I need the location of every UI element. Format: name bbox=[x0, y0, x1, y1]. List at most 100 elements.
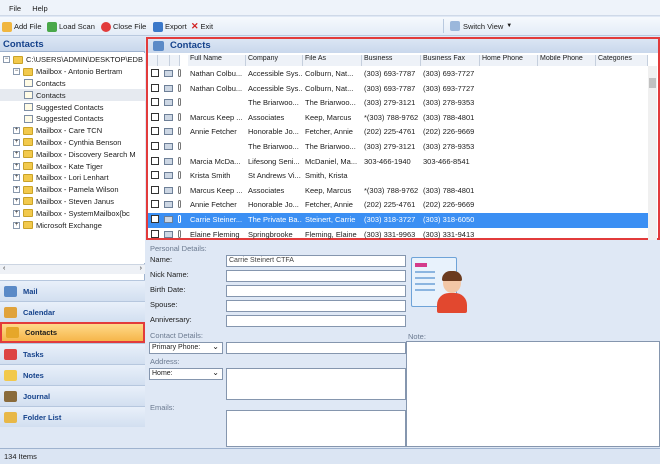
table-row[interactable]: The Briarwoo... The Briarwoo... (303) 279-… bbox=[148, 96, 656, 111]
column-header[interactable]: Mobile Phone bbox=[538, 55, 596, 66]
table-row[interactable]: Marcus Keep ... Associates Keep, Marcus *(3… bbox=[148, 184, 656, 199]
expand-icon[interactable]: + bbox=[13, 162, 20, 170]
column-header[interactable]: Business bbox=[362, 55, 421, 66]
row-checkbox[interactable] bbox=[151, 112, 159, 121]
birth-date-field[interactable] bbox=[226, 285, 406, 297]
table-row[interactable]: Marcus Keep ... Associates Keep, Marcus *(3… bbox=[148, 111, 656, 126]
switch-view-button[interactable]: Switch View ▼ bbox=[443, 19, 563, 33]
add-file-button[interactable]: Add File bbox=[2, 20, 42, 33]
nav-tasks[interactable]: Tasks bbox=[0, 343, 145, 364]
scroll-right-icon[interactable]: › bbox=[140, 265, 142, 272]
nav-journal[interactable]: Journal bbox=[0, 385, 145, 406]
primary-phone-dropdown[interactable]: Primary Phone: bbox=[149, 342, 223, 354]
exit-button[interactable]: ✕ Exit bbox=[191, 20, 213, 33]
table-row[interactable]: Nathan Colbu... Accessible Sys... Colburn,… bbox=[148, 82, 656, 97]
table-row[interactable]: Nathan Colbu... Accessible Sys... Colburn,… bbox=[148, 67, 656, 82]
column-header[interactable]: Full Name bbox=[188, 55, 246, 66]
row-checkbox[interactable] bbox=[151, 127, 159, 136]
tree-item-label: Mailbox - Lori Lenhart bbox=[36, 173, 109, 183]
tree-item[interactable]: + Mailbox - SystemMailbox{bc bbox=[0, 207, 145, 219]
expand-icon[interactable]: + bbox=[13, 150, 20, 158]
row-checkbox[interactable] bbox=[151, 185, 159, 194]
expand-icon[interactable]: + bbox=[13, 209, 20, 217]
tree-item[interactable]: + Mailbox - Pamela Wilson bbox=[0, 184, 145, 196]
tree-item[interactable]: + Mailbox - Discovery Search M bbox=[0, 148, 145, 160]
table-row[interactable]: Marcia McDa... Lifesong Seni... McDaniel, … bbox=[148, 155, 656, 170]
expand-icon[interactable]: + bbox=[13, 174, 20, 182]
row-checkbox[interactable] bbox=[151, 142, 159, 150]
scroll-left-icon[interactable]: ‹ bbox=[3, 265, 5, 272]
attachment-column-icon[interactable] bbox=[170, 55, 180, 66]
attachment-icon bbox=[178, 171, 181, 180]
row-checkbox[interactable] bbox=[151, 69, 159, 77]
note-field[interactable] bbox=[406, 341, 660, 447]
row-checkbox[interactable] bbox=[151, 229, 159, 238]
column-header[interactable]: Categories bbox=[596, 55, 648, 66]
mail-icon bbox=[4, 285, 17, 297]
export-button[interactable]: Export bbox=[153, 20, 187, 33]
emails-field[interactable] bbox=[226, 410, 406, 447]
column-header[interactable]: Company bbox=[246, 55, 303, 66]
table-row[interactable]: Annie Fetcher Honorable Jo... Fetcher, Ann… bbox=[148, 198, 656, 213]
close-file-button[interactable]: Close File bbox=[101, 20, 146, 33]
tree-item[interactable]: + Mailbox - Kate Tiger bbox=[0, 160, 145, 172]
expand-icon[interactable]: + bbox=[13, 127, 20, 135]
tree-item[interactable]: Suggested Contacts bbox=[0, 113, 145, 125]
row-checkbox[interactable] bbox=[151, 83, 159, 92]
tree-item[interactable]: + Mailbox - Lori Lenhart bbox=[0, 172, 145, 184]
tree-item[interactable]: + Mailbox - Care TCN bbox=[0, 125, 145, 137]
menu-file[interactable]: File bbox=[0, 0, 21, 13]
folder-tree[interactable]: − C:\USERS\ADMIN\DESKTOP\EDB − Mailbox - An… bbox=[0, 53, 145, 263]
column-header[interactable]: Home Phone bbox=[480, 55, 538, 66]
card-column-icon[interactable] bbox=[158, 55, 170, 66]
table-cell: (303) 693-7727 bbox=[423, 69, 475, 78]
address-field[interactable] bbox=[226, 368, 406, 400]
tree-item[interactable]: + Mailbox - Cynthia Benson bbox=[0, 137, 145, 149]
table-row[interactable]: Elaine Fleming Springbrooke Fleming, Elain… bbox=[148, 228, 656, 243]
nav-mail[interactable]: Mail bbox=[0, 280, 145, 301]
primary-phone-field[interactable] bbox=[226, 342, 406, 354]
spouse-field[interactable] bbox=[226, 300, 406, 312]
tree-item[interactable]: − C:\USERS\ADMIN\DESKTOP\EDB bbox=[0, 54, 145, 66]
nav-notes[interactable]: Notes bbox=[0, 364, 145, 385]
table-row[interactable]: The Briarwoo... The Briarwoo... (303) 279-… bbox=[148, 140, 656, 155]
tree-item[interactable]: Contacts bbox=[0, 78, 145, 90]
nav-folder-list[interactable]: Folder List bbox=[0, 406, 145, 427]
expand-icon[interactable]: + bbox=[13, 186, 20, 194]
tree-item[interactable]: + Microsoft Exchange bbox=[0, 219, 145, 231]
column-header[interactable]: Business Fax bbox=[421, 55, 480, 66]
tree-item[interactable]: Contacts bbox=[0, 89, 145, 102]
menu-help[interactable]: Help bbox=[23, 0, 47, 13]
address-type-dropdown[interactable]: Home: bbox=[149, 368, 223, 380]
grid-vertical-scrollbar[interactable] bbox=[648, 66, 657, 240]
nav-contacts[interactable]: Contacts bbox=[0, 322, 145, 343]
anniversary-field[interactable] bbox=[226, 315, 406, 327]
collapse-icon[interactable]: − bbox=[3, 56, 10, 64]
row-checkbox[interactable] bbox=[151, 215, 159, 223]
contact-card-icon bbox=[164, 143, 173, 150]
tree-item[interactable]: Suggested Contacts bbox=[0, 101, 145, 113]
contacts-folder-icon bbox=[24, 91, 33, 100]
table-row[interactable]: Carrie Steiner... The Private Ba... Steine… bbox=[148, 213, 656, 228]
table-row[interactable]: Krista Smith St Andrews Vi... Smith, Krist… bbox=[148, 169, 656, 184]
scrollbar-thumb[interactable] bbox=[649, 78, 656, 88]
nav-calendar[interactable]: Calendar bbox=[0, 301, 145, 322]
tree-item[interactable]: − Mailbox - Antonio Bertram bbox=[0, 66, 145, 78]
column-header[interactable]: File As bbox=[303, 55, 362, 66]
collapse-icon[interactable]: − bbox=[13, 68, 20, 76]
row-checkbox[interactable] bbox=[151, 156, 159, 165]
row-checkbox[interactable] bbox=[151, 171, 159, 180]
name-field[interactable]: Carrie Steinert CTFA bbox=[226, 255, 406, 267]
nickname-field[interactable] bbox=[226, 270, 406, 282]
row-checkbox[interactable] bbox=[151, 200, 159, 209]
row-checkbox[interactable] bbox=[151, 98, 159, 107]
tree-horizontal-scrollbar[interactable]: ‹ › bbox=[0, 264, 145, 274]
select-all-checkbox[interactable] bbox=[148, 55, 158, 66]
expand-icon[interactable]: + bbox=[13, 197, 20, 205]
contacts-folder-icon bbox=[24, 114, 33, 123]
expand-icon[interactable]: + bbox=[13, 221, 20, 229]
expand-icon[interactable]: + bbox=[13, 138, 20, 146]
load-scan-button[interactable]: Load Scan bbox=[47, 20, 95, 33]
tree-item[interactable]: + Mailbox - Steven Janus bbox=[0, 196, 145, 208]
table-row[interactable]: Annie Fetcher Honorable Jo... Fetcher, Ann… bbox=[148, 125, 656, 140]
